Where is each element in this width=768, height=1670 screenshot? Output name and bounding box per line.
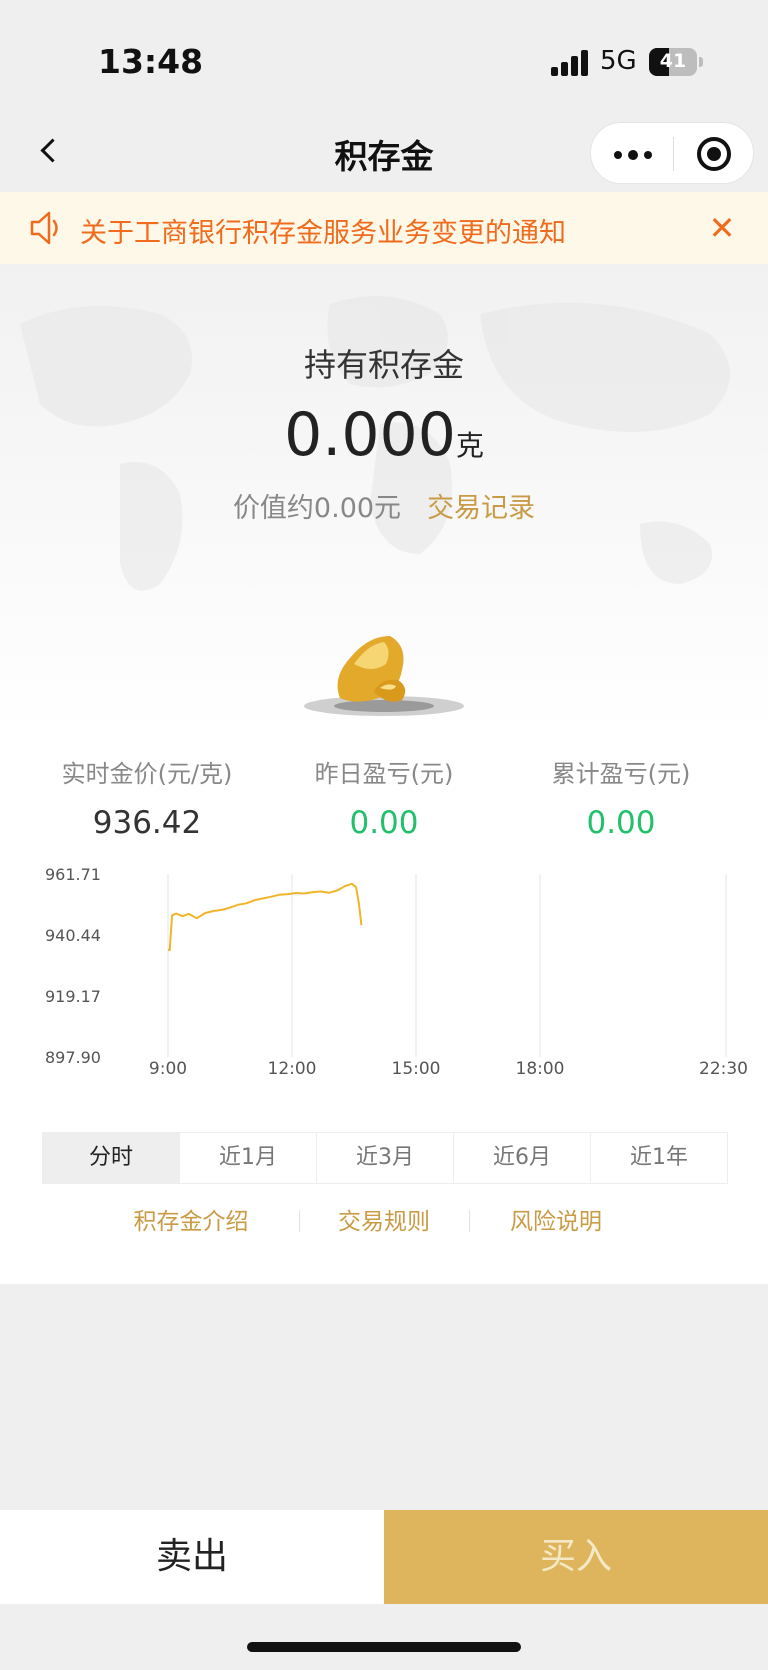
info-links: 积存金介绍 交易规则 风险说明 — [0, 1202, 768, 1242]
chart-y-tick-label: 897.90 — [45, 1048, 101, 1067]
holding-amount-value: 0.000 — [284, 400, 456, 470]
holding-label: 持有积存金 — [303, 346, 464, 384]
chart-y-tick-label: 919.17 — [45, 987, 101, 1006]
chart-y-tick-label: 940.44 — [45, 926, 101, 945]
status-bar: 13:48 5G 41 — [0, 0, 768, 112]
battery-icon: 41 — [649, 48, 697, 76]
period-tabs: 分时 近1月 近3月 近6月 近1年 — [42, 1132, 728, 1184]
stat-label: 昨日盈亏(元) — [314, 760, 454, 788]
chart-x-tick-label: 18:00 — [516, 1059, 565, 1074]
buy-button[interactable]: 买入 — [384, 1510, 768, 1604]
battery-level: 41 — [659, 50, 687, 72]
price-chart-svg: 961.71 940.44 919.17 897.90 9:00 12:00 15:00 18… — [45, 865, 748, 1074]
home-indicator — [247, 1642, 521, 1652]
tab-6-months[interactable]: 近6月 — [454, 1133, 591, 1183]
stat-value: 0.00 — [586, 805, 656, 841]
stat-value: 936.42 — [92, 805, 202, 841]
notice-bar[interactable]: 关于工商银行积存金服务业务变更的通知 ✕ — [0, 192, 768, 264]
holding-value: 价值约0.00元 — [232, 493, 402, 524]
status-time: 13:48 — [98, 42, 204, 81]
chart-x-tick-label: 22:30 — [699, 1059, 748, 1074]
network-label: 5G — [600, 46, 637, 76]
tab-1-year[interactable]: 近1年 — [591, 1133, 727, 1183]
notice-text[interactable]: 关于工商银行积存金服务业务变更的通知 — [80, 211, 566, 250]
stat-label: 实时金价(元/克) — [61, 760, 233, 788]
price-chart[interactable]: 961.71 940.44 919.17 897.90 9:00 12:00 15:00 18… — [0, 864, 768, 1074]
mini-program-capsule — [590, 122, 754, 184]
tab-3-months[interactable]: 近3月 — [317, 1133, 454, 1183]
more-icon[interactable] — [601, 131, 665, 177]
tab-intraday[interactable]: 分时 — [43, 1133, 180, 1183]
holding-amount: 0.000克 — [0, 400, 768, 470]
holding-hero: 持有积存金 0.000克 价值约0.00元 交易记录 — [0, 264, 768, 734]
sell-button[interactable]: 卖出 — [0, 1510, 384, 1604]
chart-y-tick-label: 961.71 — [45, 865, 101, 884]
trading-rules-link[interactable]: 交易规则 — [298, 1202, 470, 1236]
nav-bar: 积存金 — [0, 112, 768, 192]
close-icon[interactable]: ✕ — [700, 204, 744, 252]
stat-label: 累计盈亏(元) — [551, 760, 691, 788]
holding-amount-unit: 克 — [455, 429, 484, 462]
target-icon[interactable] — [683, 131, 747, 177]
chart-x-tick-label: 9:00 — [149, 1059, 187, 1074]
chart-x-tick-label: 12:00 — [268, 1059, 317, 1074]
risk-disclosure-link[interactable]: 风险说明 — [470, 1202, 642, 1236]
stat-yesterday-pnl: 昨日盈亏(元) 0.00 — [259, 754, 509, 841]
battery-tip — [699, 57, 703, 67]
speaker-icon — [30, 211, 58, 245]
tab-1-month[interactable]: 近1月 — [180, 1133, 317, 1183]
back-icon[interactable] — [30, 126, 70, 176]
holding-value-line: 价值约0.00元 交易记录 — [0, 486, 768, 525]
intro-link[interactable]: 积存金介绍 — [105, 1202, 277, 1236]
stats-row: 实时金价(元/克) 936.42 昨日盈亏(元) 0.00 累计盈亏(元) 0.… — [0, 754, 768, 864]
transaction-records-link[interactable]: 交易记录 — [427, 493, 535, 524]
stat-value: 0.00 — [349, 805, 419, 841]
chart-price-line — [168, 882, 363, 951]
chart-x-tick-label: 15:00 — [392, 1059, 441, 1074]
stat-total-pnl: 累计盈亏(元) 0.00 — [496, 754, 746, 841]
main-card: 持有积存金 0.000克 价值约0.00元 交易记录 实时金价(元/克) 936.… — [0, 264, 768, 1284]
capsule-divider — [673, 137, 674, 171]
bottom-action-bar: 卖出 买入 — [0, 1510, 768, 1604]
gold-nugget-icon — [304, 636, 464, 716]
stat-realtime-price: 实时金价(元/克) 936.42 — [22, 754, 272, 841]
signal-icon — [551, 50, 589, 76]
